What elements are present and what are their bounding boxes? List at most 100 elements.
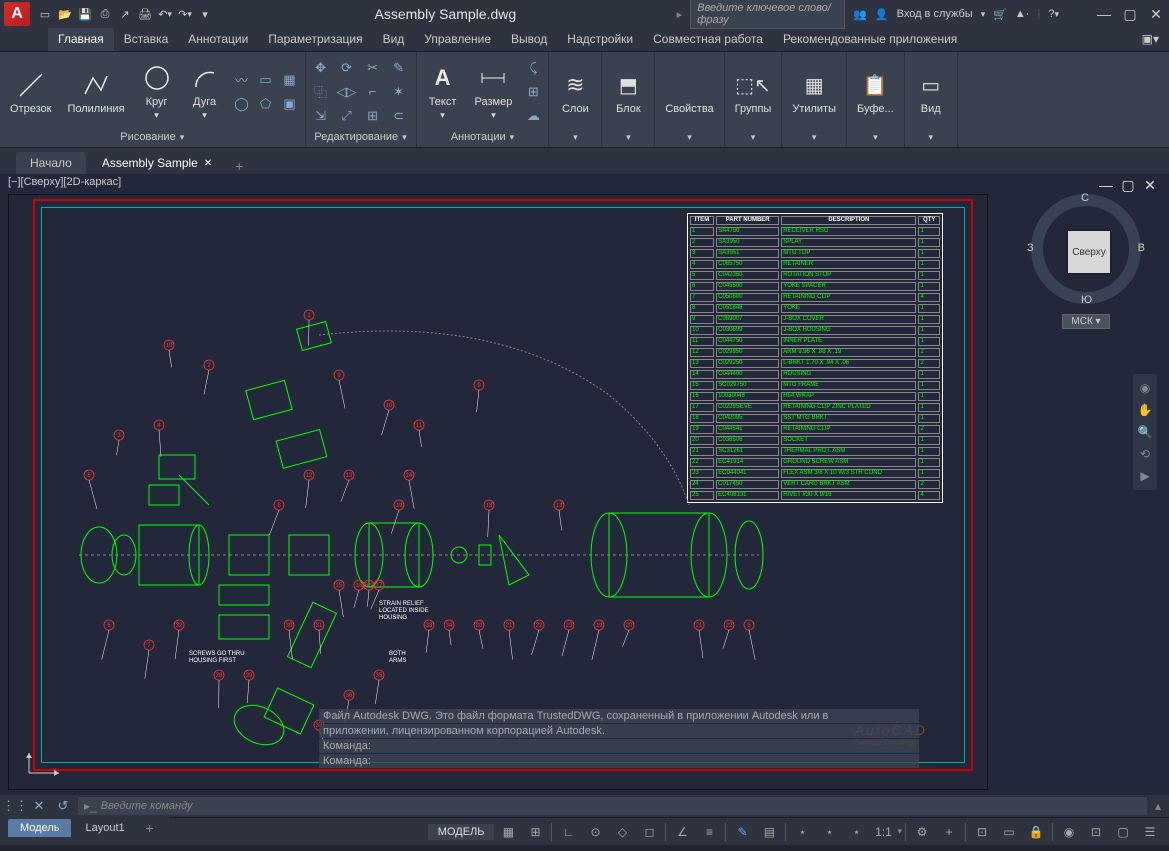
signin-label[interactable]: Вход в службы bbox=[897, 8, 973, 20]
vc-south[interactable]: Ю bbox=[1081, 294, 1092, 306]
modelspace-button[interactable]: МОДЕЛЬ bbox=[428, 824, 495, 840]
fillet-icon[interactable]: ⌐ bbox=[362, 81, 384, 103]
cleanscreen-icon[interactable]: ▢ bbox=[1110, 821, 1136, 843]
command-input[interactable]: ▸_Введите команду bbox=[78, 797, 1147, 815]
tab-annotate[interactable]: Аннотации bbox=[178, 28, 258, 51]
tab-featured[interactable]: Рекомендованные приложения bbox=[773, 28, 967, 51]
nav-orbit-icon[interactable]: ⟲ bbox=[1135, 444, 1155, 464]
erase-icon[interactable]: ✎ bbox=[388, 57, 410, 79]
panel-clip-expand[interactable]: ▾ bbox=[851, 130, 900, 145]
rotate-icon[interactable]: ⟳ bbox=[336, 57, 358, 79]
scale-icon[interactable]: ⤢ bbox=[336, 105, 358, 127]
drawing-canvas[interactable]: ITEMPART NUMBERDESCRIPTIONQTY 1SA4750REC… bbox=[8, 194, 988, 790]
quickprops-icon[interactable]: ▭ bbox=[996, 821, 1022, 843]
cmd-expand-icon[interactable]: ▴ bbox=[1151, 799, 1165, 813]
props-button[interactable]: Свойства bbox=[659, 67, 719, 117]
annomonitor-icon[interactable]: + bbox=[936, 821, 962, 843]
line-button[interactable]: Отрезок bbox=[4, 67, 57, 117]
autoscale-icon[interactable]: ⋆ bbox=[843, 821, 869, 843]
hatch-icon[interactable]: ▦ bbox=[279, 69, 301, 91]
iso-icon[interactable]: ◇ bbox=[609, 821, 635, 843]
polygon-icon[interactable]: ⬠ bbox=[255, 93, 277, 115]
new-icon[interactable]: ▭ bbox=[36, 5, 54, 23]
spline-icon[interactable]: 〰 bbox=[231, 69, 253, 91]
leader-icon[interactable]: ⤹ bbox=[522, 57, 544, 79]
cmd-customize-icon[interactable]: ↺ bbox=[52, 795, 74, 817]
panel-layers-expand[interactable]: ▾ bbox=[553, 130, 597, 145]
tab-view[interactable]: Вид bbox=[373, 28, 415, 51]
utils-button[interactable]: ▦Утилиты bbox=[786, 67, 842, 117]
close-button[interactable]: ✕ bbox=[1147, 5, 1165, 23]
array-icon[interactable]: ⊞ bbox=[362, 105, 384, 127]
snap-icon[interactable]: ⊞ bbox=[522, 821, 548, 843]
cloud-icon[interactable]: ☁ bbox=[522, 105, 544, 127]
polyline-button[interactable]: Полилиния bbox=[61, 67, 130, 117]
tab-home[interactable]: Главная bbox=[48, 28, 114, 51]
minimize-button[interactable]: — bbox=[1095, 5, 1113, 23]
isolate-icon[interactable]: ◉ bbox=[1056, 821, 1082, 843]
customize-status-icon[interactable]: ☰ bbox=[1137, 821, 1163, 843]
copy-icon[interactable]: ⿻ bbox=[310, 81, 332, 103]
region-icon[interactable]: ▣ bbox=[279, 93, 301, 115]
panel-annot-title[interactable]: Аннотации ▾ bbox=[421, 129, 545, 145]
scale-button[interactable]: 1:1 bbox=[870, 821, 896, 843]
panel-draw-title[interactable]: Рисование ▾ bbox=[4, 129, 301, 145]
vc-east[interactable]: В bbox=[1138, 242, 1145, 254]
nav-pan-icon[interactable]: ✋ bbox=[1135, 400, 1155, 420]
polar-icon[interactable]: ⊙ bbox=[582, 821, 608, 843]
annoscale-icon[interactable]: ⋆ bbox=[789, 821, 815, 843]
workspace-icon[interactable]: ⚙ bbox=[909, 821, 935, 843]
block-button[interactable]: ⬒Блок bbox=[606, 67, 650, 117]
saveall-icon[interactable]: ⎙ bbox=[96, 5, 114, 23]
explode-icon[interactable]: ✶ bbox=[388, 81, 410, 103]
tab-parametric[interactable]: Параметризация bbox=[258, 28, 372, 51]
table-icon[interactable]: ⊞ bbox=[522, 81, 544, 103]
circle-button[interactable]: Круг▾ bbox=[135, 60, 179, 123]
cart-icon[interactable]: 🛒 bbox=[993, 8, 1007, 21]
trim-icon[interactable]: ✂ bbox=[362, 57, 384, 79]
clip-button[interactable]: 📋Буфе... bbox=[851, 67, 900, 117]
panel-view-expand[interactable]: ▾ bbox=[909, 130, 953, 145]
maximize-button[interactable]: ▢ bbox=[1121, 5, 1139, 23]
start-tab[interactable]: Начало bbox=[16, 152, 86, 174]
view-button[interactable]: ▭Вид bbox=[909, 67, 953, 117]
transparency-icon[interactable]: ▤ bbox=[756, 821, 782, 843]
panel-block-expand[interactable]: ▾ bbox=[606, 130, 650, 145]
viewcube[interactable]: Сверху С Ю З В bbox=[1031, 194, 1141, 304]
ellipse-icon[interactable]: ◯ bbox=[231, 93, 253, 115]
tab-insert[interactable]: Вставка bbox=[114, 28, 179, 51]
tab-collab[interactable]: Совместная работа bbox=[643, 28, 773, 51]
share-icon[interactable]: ↗ bbox=[116, 5, 134, 23]
help-icon[interactable]: ?▾ bbox=[1048, 8, 1059, 20]
panel-modify-title[interactable]: Редактирование ▾ bbox=[310, 129, 412, 145]
cmd-recent-icon[interactable]: ✕ bbox=[28, 795, 50, 817]
stretch-icon[interactable]: ⇲ bbox=[310, 105, 332, 127]
vc-north[interactable]: С bbox=[1081, 192, 1089, 204]
viewcube-top-face[interactable]: Сверху bbox=[1068, 231, 1110, 273]
layout1-tab[interactable]: Layout1 bbox=[73, 819, 136, 837]
tab-addins[interactable]: Надстройки bbox=[557, 28, 643, 51]
groups-button[interactable]: ⬚↖Группы bbox=[729, 67, 778, 117]
osnap-icon[interactable]: ◻ bbox=[636, 821, 662, 843]
layers-button[interactable]: ≋Слои bbox=[553, 67, 597, 117]
mirror-icon[interactable]: ◁▷ bbox=[336, 81, 358, 103]
panel-groups-expand[interactable]: ▾ bbox=[729, 130, 778, 145]
cmd-handle-icon[interactable]: ⋮⋮ bbox=[4, 795, 26, 817]
add-tab-button[interactable]: + bbox=[228, 158, 250, 174]
file-tab-active[interactable]: Assembly Sample✕ bbox=[88, 152, 226, 174]
hwacc-icon[interactable]: ⊡ bbox=[1083, 821, 1109, 843]
annovis-icon[interactable]: ⋆ bbox=[816, 821, 842, 843]
wcs-button[interactable]: МСК ▾ bbox=[1062, 314, 1109, 329]
ribbon-collapse-icon[interactable]: ▣▾ bbox=[1132, 28, 1169, 51]
panel-utils-expand[interactable]: ▾ bbox=[786, 130, 842, 145]
signin-icon[interactable]: 👤 bbox=[875, 8, 889, 21]
tab-output[interactable]: Вывод bbox=[501, 28, 557, 51]
text-button[interactable]: AТекст▾ bbox=[421, 60, 465, 123]
open-icon[interactable]: 📂 bbox=[56, 5, 74, 23]
search-input[interactable]: Введите ключевое слово/фразу bbox=[690, 0, 845, 29]
viewport-label[interactable]: [−][Сверху][2D-каркас] bbox=[8, 176, 121, 188]
lockui-icon[interactable]: 🔒 bbox=[1023, 821, 1049, 843]
app-logo[interactable]: A bbox=[4, 2, 30, 26]
panel-props-expand[interactable]: ▾ bbox=[659, 130, 719, 145]
close-tab-icon[interactable]: ✕ bbox=[204, 158, 212, 169]
